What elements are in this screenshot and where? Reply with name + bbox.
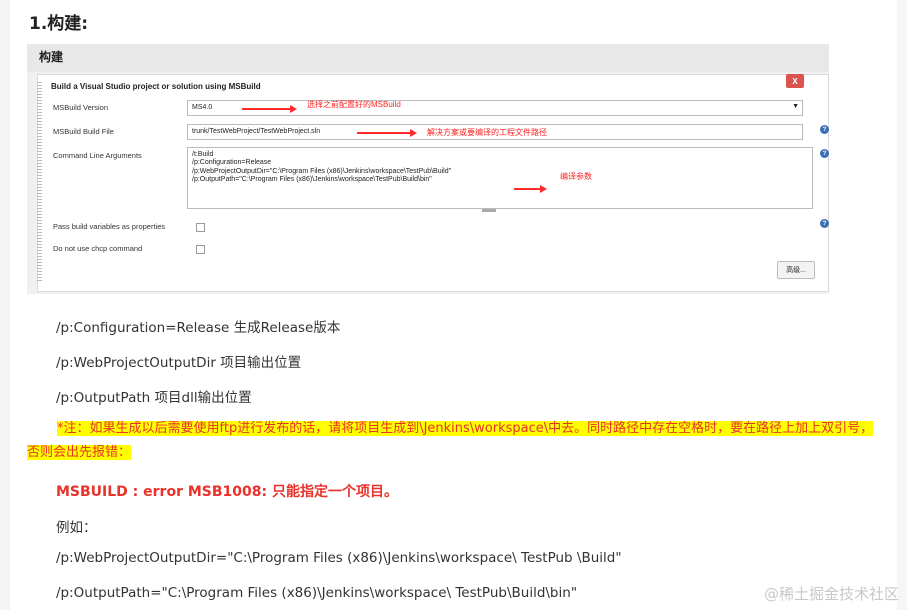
help-icon[interactable]: ? — [820, 219, 829, 228]
no-chcp-label: Do not use chcp command — [53, 244, 143, 253]
annotation-arrow-icon — [514, 185, 547, 193]
advanced-button[interactable]: 高级... — [777, 261, 815, 279]
paragraph-output-path: /p:OutputPath 项目dll输出位置 — [56, 390, 252, 406]
cmd-args-textarea[interactable]: /t:Build /p:Configuration=Release /p:Web… — [187, 147, 813, 209]
pass-vars-label: Pass build variables as properties — [53, 222, 166, 231]
annotation-arrow-icon — [242, 105, 297, 113]
paragraph-webproject-output: /p:WebProjectOutputDir 项目输出位置 — [56, 355, 302, 371]
annotation-version: 选择之前配置好的MSBuild — [307, 100, 401, 109]
cmd-args-line: /p:WebProjectOutputDir="C:\Program Files… — [192, 167, 452, 175]
annotation-args: 编译参数 — [560, 172, 592, 181]
note-highlight: *注：如果生成以后需要使用ftp进行发布的话，请将项目生成到\Jenkins\w… — [27, 421, 874, 460]
jenkins-build-screenshot: 构建 Build a Visual Studio project or solu… — [27, 44, 829, 294]
example-webproject-output: /p:WebProjectOutputDir="C:\Program Files… — [56, 550, 622, 566]
article-page: 1.构建: 构建 Build a Visual Studio project o… — [10, 0, 897, 610]
example-label: 例如： — [56, 520, 97, 536]
msbuild-version-label: MSBuild Version — [53, 103, 109, 112]
delete-step-button[interactable]: X — [786, 74, 804, 88]
drag-handle-icon[interactable] — [37, 82, 42, 282]
error-message: MSBUILD : error MSB1008: 只能指定一个项目。 — [56, 484, 398, 500]
build-section-title: 构建 — [39, 50, 64, 64]
help-icon[interactable]: ? — [820, 149, 829, 158]
cmd-args-line: /t:Build — [192, 151, 214, 158]
watermark-logo: @稀土掘金技术社区 — [763, 585, 899, 603]
annotation-build-file: 解决方案或要编译的工程文件路径 — [427, 128, 547, 137]
pass-vars-checkbox[interactable] — [196, 223, 205, 232]
msbuild-step-title: Build a Visual Studio project or solutio… — [51, 82, 261, 91]
build-file-label: MSBuild Build File — [53, 127, 114, 136]
cmd-args-line: /p:Configuration=Release — [192, 159, 272, 167]
cmd-args-line: /p:OutputPath="C:\Program Files (x86)\Je… — [192, 175, 432, 183]
section-title: 1.构建: — [29, 14, 89, 34]
dropdown-arrow-icon: ▼ — [792, 103, 799, 110]
no-chcp-checkbox[interactable] — [196, 245, 205, 254]
msbuild-version-value: MS4.0 — [192, 104, 213, 111]
warning-note: *注：如果生成以后需要使用ftp进行发布的话，请将项目生成到\Jenkins\w… — [27, 417, 877, 465]
example-output-path: /p:OutputPath="C:\Program Files (x86)\Je… — [56, 585, 578, 601]
annotation-arrow-icon — [357, 129, 417, 137]
build-section-header: 构建 — [27, 44, 829, 72]
help-icon[interactable]: ? — [820, 125, 829, 134]
paragraph-configuration: /p:Configuration=Release 生成Release版本 — [56, 320, 341, 336]
cmd-args-label: Command Line Arguments — [53, 151, 142, 160]
textarea-resize-handle[interactable] — [482, 209, 496, 212]
